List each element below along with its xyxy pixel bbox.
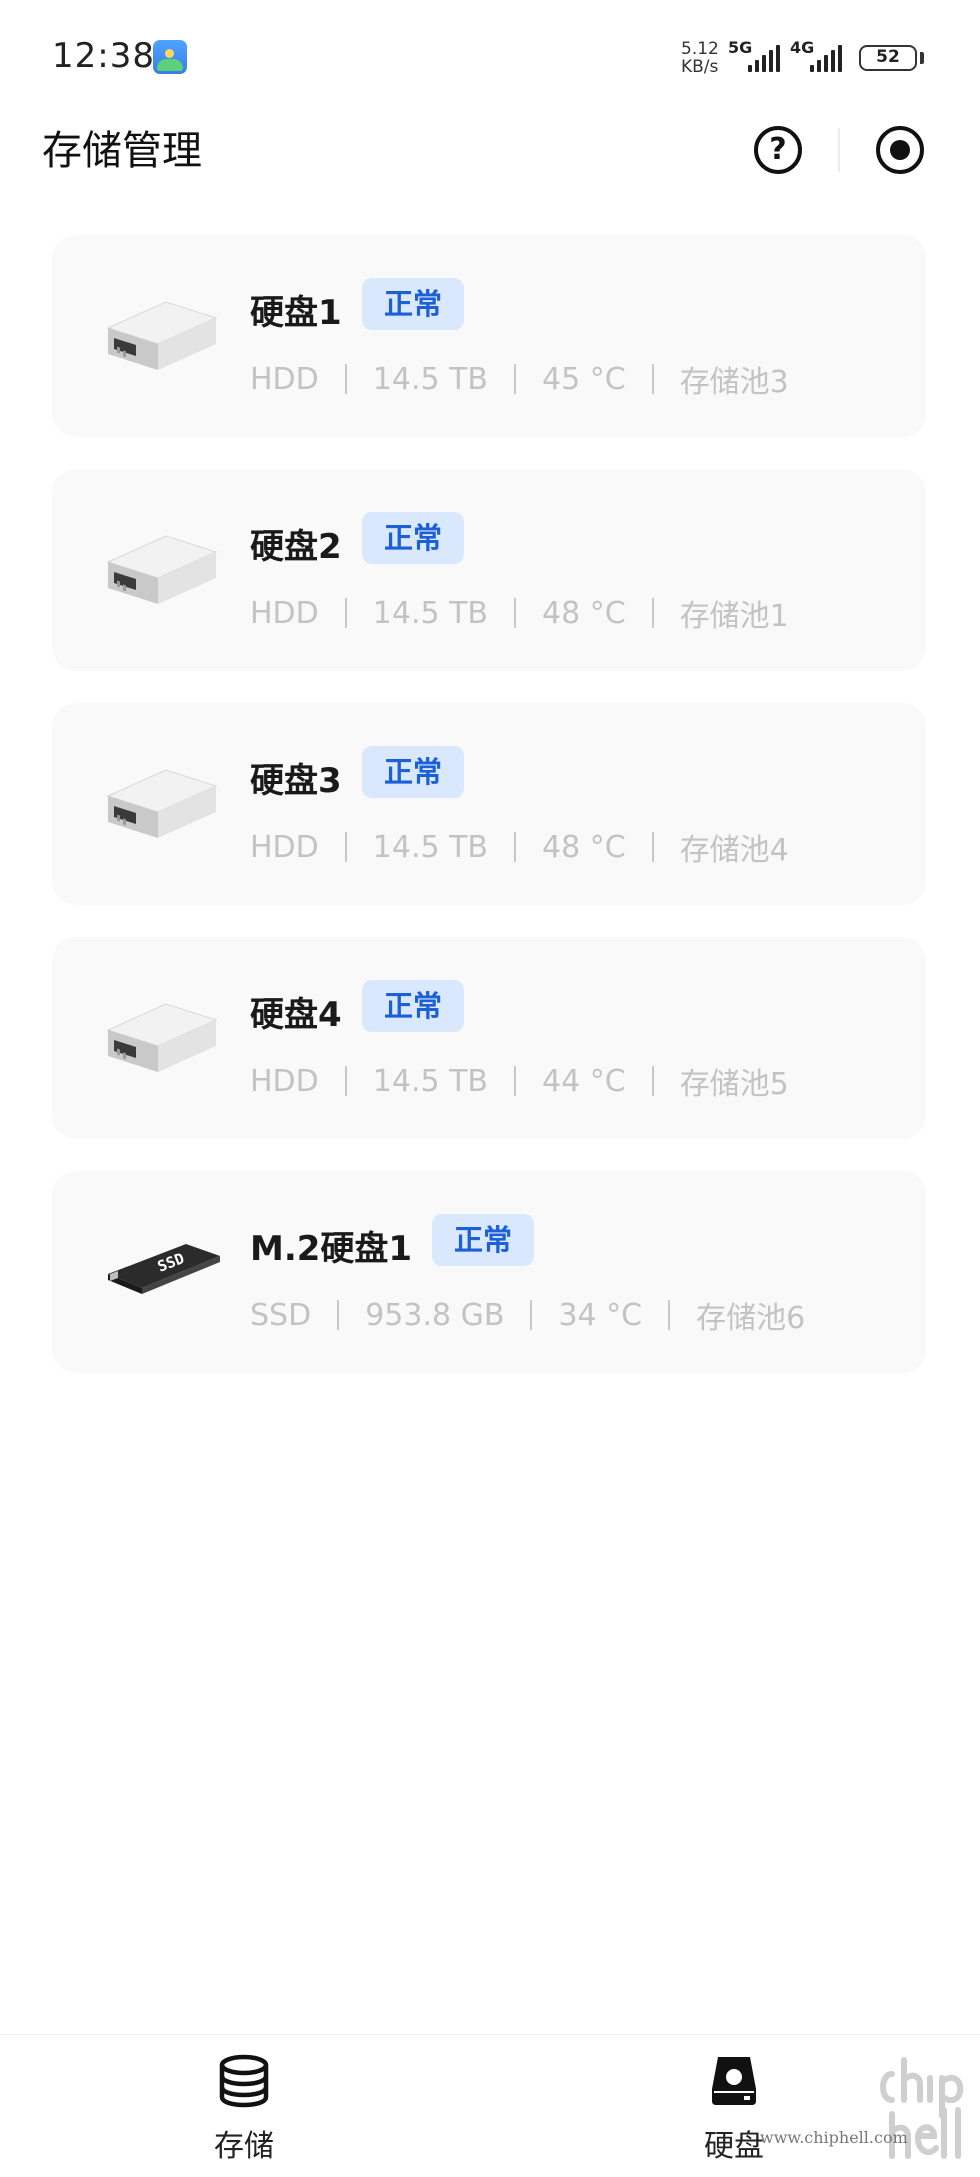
status-badge: 正常 bbox=[362, 512, 465, 564]
network-speed: 5.12 KB/s bbox=[681, 40, 719, 76]
hdd-drive-icon bbox=[102, 290, 222, 380]
disk-card[interactable]: 硬盘4 正常 HDD 14.5 TB 44 °C 存储池5 bbox=[52, 937, 926, 1139]
disk-storage-pool: 存储池4 bbox=[679, 833, 789, 868]
hdd-drive-icon bbox=[102, 524, 222, 614]
disk-capacity: 14.5 TB bbox=[372, 1063, 489, 1099]
disk-name: 硬盘3 bbox=[250, 761, 342, 801]
tab-storage-label: 存储 bbox=[214, 2129, 274, 2164]
meta-separator bbox=[530, 1300, 533, 1330]
disk-storage-pool: 存储池6 bbox=[696, 1301, 806, 1336]
disk-card[interactable]: 硬盘3 正常 HDD 14.5 TB 48 °C 存储池4 bbox=[52, 703, 926, 905]
meta-separator bbox=[514, 364, 517, 394]
disk-meta: HDD 14.5 TB 48 °C 存储池4 bbox=[250, 825, 789, 869]
status-badge: 正常 bbox=[362, 980, 465, 1032]
bottom-tab-bar: 存储 硬盘 bbox=[0, 2034, 980, 2177]
page-title: 存储管理 bbox=[42, 128, 202, 174]
meta-separator bbox=[651, 1066, 654, 1096]
disk-type: HDD bbox=[250, 361, 319, 397]
status-badge: 正常 bbox=[432, 1214, 535, 1266]
battery-icon: 52 bbox=[859, 45, 917, 71]
disk-storage-pool: 存储池5 bbox=[679, 1067, 789, 1102]
meta-separator bbox=[668, 1300, 671, 1330]
hdd-drive-icon bbox=[102, 992, 222, 1082]
disk-meta: SSD 953.8 GB 34 °C 存储池6 bbox=[250, 1293, 805, 1337]
header-divider bbox=[838, 128, 840, 172]
disk-temperature: 34 °C bbox=[558, 1297, 643, 1333]
target-settings-button[interactable] bbox=[876, 126, 924, 174]
gallery-app-icon bbox=[153, 40, 187, 74]
ssd-drive-icon: SSD bbox=[102, 1226, 222, 1316]
disk-type: HDD bbox=[250, 1063, 319, 1099]
disk-capacity: 14.5 TB bbox=[372, 829, 489, 865]
disk-type: SSD bbox=[250, 1297, 312, 1333]
disk-capacity: 14.5 TB bbox=[372, 361, 489, 397]
meta-separator bbox=[344, 598, 347, 628]
status-bar: 12:38 5.12 KB/s 5G 4G 52 bbox=[0, 0, 980, 115]
help-icon: ? bbox=[769, 132, 787, 167]
meta-separator bbox=[651, 598, 654, 628]
disk-card[interactable]: SSD M.2硬盘1 正常 SSD 953.8 GB 34 °C 存储池6 bbox=[52, 1171, 926, 1373]
meta-separator bbox=[514, 832, 517, 862]
meta-separator bbox=[344, 364, 347, 394]
network-speed-unit: KB/s bbox=[681, 57, 719, 77]
meta-separator bbox=[337, 1300, 340, 1330]
meta-separator bbox=[344, 1066, 347, 1096]
disk-capacity: 953.8 GB bbox=[365, 1297, 505, 1333]
disk-temperature: 44 °C bbox=[542, 1063, 626, 1099]
help-button[interactable]: ? bbox=[754, 126, 802, 174]
battery-tip bbox=[920, 52, 924, 64]
tab-storage[interactable]: 存储 bbox=[164, 2053, 324, 2173]
disk-list: 硬盘1 正常 HDD 14.5 TB 45 °C 存储池3 硬盘2 正常 HDD 14.5 TB… bbox=[52, 235, 926, 1405]
hard-drive-icon bbox=[712, 2057, 756, 2105]
disk-name: 硬盘1 bbox=[250, 293, 342, 333]
disk-card[interactable]: 硬盘2 正常 HDD 14.5 TB 48 °C 存储池1 bbox=[52, 469, 926, 671]
disk-temperature: 48 °C bbox=[542, 829, 626, 865]
disk-name: M.2硬盘1 bbox=[250, 1229, 413, 1269]
network-speed-value: 5.12 bbox=[681, 39, 719, 59]
disk-type: HDD bbox=[250, 829, 319, 865]
meta-separator bbox=[514, 1066, 517, 1096]
meta-separator bbox=[514, 598, 517, 628]
battery-level: 52 bbox=[876, 47, 900, 67]
disk-name: 硬盘2 bbox=[250, 527, 342, 567]
disk-meta: HDD 14.5 TB 45 °C 存储池3 bbox=[250, 357, 789, 401]
tab-hard-drive-label: 硬盘 bbox=[704, 2129, 764, 2164]
watermark-url: www.chiphell.com bbox=[760, 2128, 908, 2147]
disk-storage-pool: 存储池3 bbox=[679, 365, 789, 400]
signal-5g-icon: 5G bbox=[728, 38, 784, 74]
meta-separator bbox=[344, 832, 347, 862]
disk-type: HDD bbox=[250, 595, 319, 631]
target-icon bbox=[890, 140, 910, 160]
tab-hard-drive[interactable]: 硬盘 bbox=[654, 2053, 814, 2173]
database-icon bbox=[219, 2054, 269, 2108]
disk-card[interactable]: 硬盘1 正常 HDD 14.5 TB 45 °C 存储池3 bbox=[52, 235, 926, 437]
disk-meta: HDD 14.5 TB 48 °C 存储池1 bbox=[250, 591, 789, 635]
hdd-drive-icon bbox=[102, 758, 222, 848]
disk-capacity: 14.5 TB bbox=[372, 595, 489, 631]
meta-separator bbox=[651, 364, 654, 394]
meta-separator bbox=[651, 832, 654, 862]
disk-temperature: 45 °C bbox=[542, 361, 626, 397]
status-badge: 正常 bbox=[362, 278, 465, 330]
chiphell-watermark-logo bbox=[880, 2057, 964, 2159]
disk-meta: HDD 14.5 TB 44 °C 存储池5 bbox=[250, 1059, 789, 1103]
status-time: 12:38 bbox=[52, 36, 155, 76]
disk-temperature: 48 °C bbox=[542, 595, 626, 631]
disk-storage-pool: 存储池1 bbox=[679, 599, 789, 634]
disk-name: 硬盘4 bbox=[250, 995, 342, 1035]
signal-4g-icon: 4G bbox=[790, 38, 846, 74]
status-badge: 正常 bbox=[362, 746, 465, 798]
